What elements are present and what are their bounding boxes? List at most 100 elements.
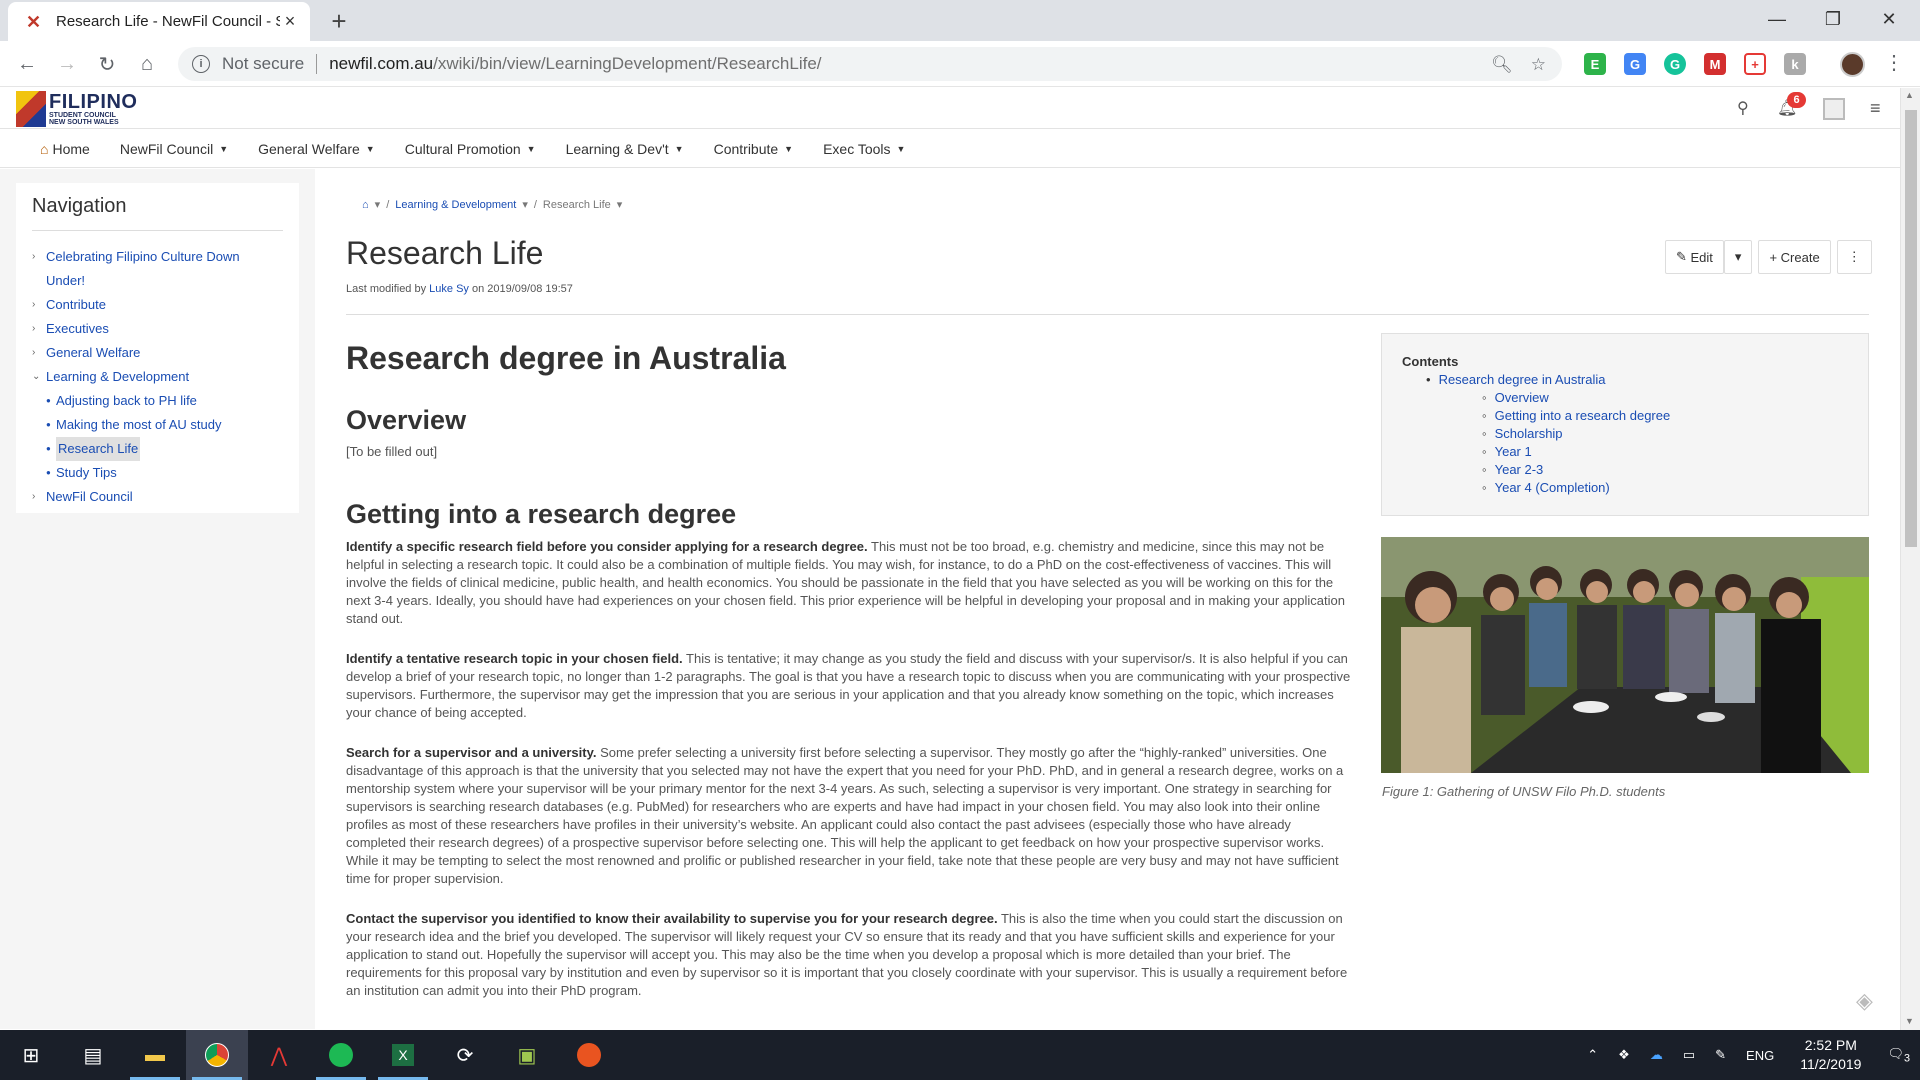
- edit-label: Edit: [1690, 249, 1713, 265]
- action-center-count: 3: [1903, 1052, 1910, 1065]
- action-center-icon[interactable]: 🗨︎3: [1887, 1046, 1910, 1065]
- sidebar-item-label: Executives: [46, 321, 109, 336]
- meta-prefix: Last modified by: [346, 283, 427, 295]
- caret-down-icon[interactable]: ▾: [617, 198, 623, 211]
- sidebar-item-newfil-council[interactable]: › NewFil Council: [32, 485, 283, 509]
- toc-link[interactable]: Year 1: [1402, 443, 1848, 461]
- forward-button[interactable]: →: [52, 50, 82, 78]
- toc-link[interactable]: Research degree in Australia: [1402, 371, 1848, 389]
- menu-general-welfare[interactable]: General Welfare ▼: [258, 141, 375, 157]
- battery-icon[interactable]: ▭: [1683, 1047, 1695, 1063]
- bullet-icon: ●: [46, 468, 51, 477]
- script-app-icon[interactable]: ▣: [496, 1030, 558, 1080]
- breadcrumb-learning[interactable]: Learning & Development: [395, 199, 516, 211]
- pdf-extension-icon[interactable]: +: [1744, 53, 1766, 75]
- sidebar-subitem-adjusting[interactable]: ● Adjusting back to PH life: [46, 389, 283, 413]
- toc-link[interactable]: Scholarship: [1402, 425, 1848, 443]
- translate-extension-icon[interactable]: G: [1624, 53, 1646, 75]
- minimize-button[interactable]: —: [1750, 0, 1804, 38]
- sidebar-item-contribute[interactable]: › Contribute: [32, 293, 283, 317]
- user-avatar[interactable]: [1823, 98, 1845, 120]
- home-button[interactable]: ⌂: [132, 50, 162, 78]
- onedrive-icon[interactable]: ☁: [1650, 1047, 1663, 1063]
- task-view-icon[interactable]: ▤: [62, 1030, 124, 1080]
- create-button[interactable]: + Create: [1758, 240, 1831, 274]
- excel-icon[interactable]: X: [372, 1030, 434, 1080]
- paragraph-lead: Search for a supervisor and a university…: [346, 745, 597, 760]
- close-window-button[interactable]: ✕: [1862, 0, 1916, 38]
- menu-newfil-council[interactable]: NewFil Council ▼: [120, 141, 228, 157]
- clock[interactable]: 2:52 PM 11/2/2019: [1800, 1036, 1861, 1074]
- bookmark-star-icon[interactable]: ☆: [1531, 55, 1546, 75]
- toc-link[interactable]: Year 4 (Completion): [1402, 479, 1848, 497]
- chrome-icon[interactable]: [186, 1030, 248, 1080]
- edit-button[interactable]: ✎ Edit: [1665, 240, 1724, 274]
- toc-link[interactable]: Getting into a research degree: [1402, 407, 1848, 425]
- file-explorer-icon[interactable]: ▬: [124, 1030, 186, 1080]
- caret-down-icon[interactable]: ▾: [375, 198, 381, 211]
- home-icon: ⌂: [40, 140, 49, 157]
- sidebar-item-learning[interactable]: ⌄ Learning & Development: [32, 365, 283, 389]
- sidebar-item-celebrating[interactable]: › Celebrating Filipino Culture Down: [32, 245, 283, 269]
- menu-cultural-promotion[interactable]: Cultural Promotion ▼: [405, 141, 536, 157]
- toc-link[interactable]: Overview: [1402, 389, 1848, 407]
- spotify-icon[interactable]: [310, 1030, 372, 1080]
- evernote-extension-icon[interactable]: E: [1584, 53, 1606, 75]
- sidebar-item-general-welfare[interactable]: › General Welfare: [32, 341, 283, 365]
- scroll-down-arrow-icon[interactable]: ▼: [1905, 1016, 1914, 1026]
- dropbox-icon[interactable]: ❖: [1618, 1047, 1630, 1063]
- tab-close-icon[interactable]: ×: [280, 11, 300, 32]
- sidebar-item-celebrating-cont[interactable]: Under!: [32, 269, 283, 293]
- pen-icon[interactable]: ✎: [1715, 1047, 1726, 1063]
- sync-icon[interactable]: ⟳: [434, 1030, 496, 1080]
- extension-icon[interactable]: k: [1784, 53, 1806, 75]
- back-button[interactable]: ←: [12, 50, 42, 78]
- paragraph: Search for a supervisor and a university…: [346, 744, 1351, 888]
- scrollbar-thumb[interactable]: [1905, 110, 1917, 547]
- paragraph-lead: Identify a specific research field befor…: [346, 539, 868, 554]
- more-actions-button[interactable]: ⋮: [1836, 240, 1872, 274]
- address-bar[interactable]: i Not secure newfil.com.au /xwiki/bin/vi…: [178, 47, 1562, 81]
- ubuntu-icon[interactable]: [558, 1030, 620, 1080]
- menu-learning-dev[interactable]: Learning & Dev't ▼: [566, 141, 684, 157]
- reload-button[interactable]: ↻: [92, 50, 122, 78]
- clock-time: 2:52 PM: [1804, 1037, 1857, 1053]
- site-logo[interactable]: FILIPINO STUDENT COUNCIL NEW SOUTH WALES: [16, 90, 144, 128]
- new-tab-button[interactable]: +: [324, 6, 354, 36]
- breadcrumb-separator: /: [386, 198, 390, 211]
- meta-date: on 2019/09/08 19:57: [471, 283, 573, 295]
- hamburger-menu-icon[interactable]: ≡: [1870, 98, 1881, 119]
- plus-icon: +: [1769, 249, 1781, 265]
- zoom-icon[interactable]: 🔍︎: [1491, 55, 1513, 75]
- acrobat-icon[interactable]: ⋀: [248, 1030, 310, 1080]
- mendeley-extension-icon[interactable]: M: [1704, 53, 1726, 75]
- menu-home[interactable]: ⌂ Home: [40, 141, 90, 157]
- search-icon[interactable]: ⚲: [1737, 98, 1749, 118]
- caret-down-icon[interactable]: ▾: [522, 198, 528, 211]
- profile-avatar[interactable]: [1840, 52, 1865, 77]
- author-link[interactable]: Luke Sy: [429, 283, 469, 295]
- toc-link[interactable]: Year 2-3: [1402, 461, 1848, 479]
- grammarly-extension-icon[interactable]: G: [1664, 53, 1686, 75]
- tag-icon[interactable]: ◈: [1856, 988, 1873, 1014]
- chevron-up-icon[interactable]: ⌃: [1587, 1047, 1598, 1063]
- breadcrumb-current: Research Life: [542, 198, 611, 211]
- page-scrollbar[interactable]: ▲ ▼: [1900, 88, 1920, 1030]
- menu-exec-tools[interactable]: Exec Tools ▼: [823, 141, 905, 157]
- sidebar-subitem-research-life[interactable]: ● Research Life: [46, 437, 283, 461]
- browser-menu-icon[interactable]: ⋮: [1884, 50, 1904, 75]
- maximize-button[interactable]: ❐: [1806, 0, 1860, 38]
- info-icon[interactable]: i: [192, 55, 210, 73]
- sidebar-item-executives[interactable]: › Executives: [32, 317, 283, 341]
- windows-start-icon[interactable]: ⊞: [0, 1030, 62, 1080]
- caret-down-icon: ▾: [1734, 249, 1742, 264]
- browser-tab[interactable]: ✕ Research Life - NewFil Council - S ×: [8, 2, 310, 41]
- edit-dropdown-button[interactable]: ▾: [1723, 240, 1753, 274]
- menu-contribute[interactable]: Contribute ▼: [714, 141, 794, 157]
- scroll-up-arrow-icon[interactable]: ▲: [1905, 90, 1914, 100]
- sidebar-subitem-study-tips[interactable]: ● Study Tips: [46, 461, 283, 485]
- language-indicator[interactable]: ENG: [1746, 1048, 1774, 1063]
- security-label: Not secure: [222, 54, 305, 73]
- sidebar-subitem-making[interactable]: ● Making the most of AU study: [46, 413, 283, 437]
- breadcrumb-home-icon[interactable]: ⌂: [362, 199, 369, 211]
